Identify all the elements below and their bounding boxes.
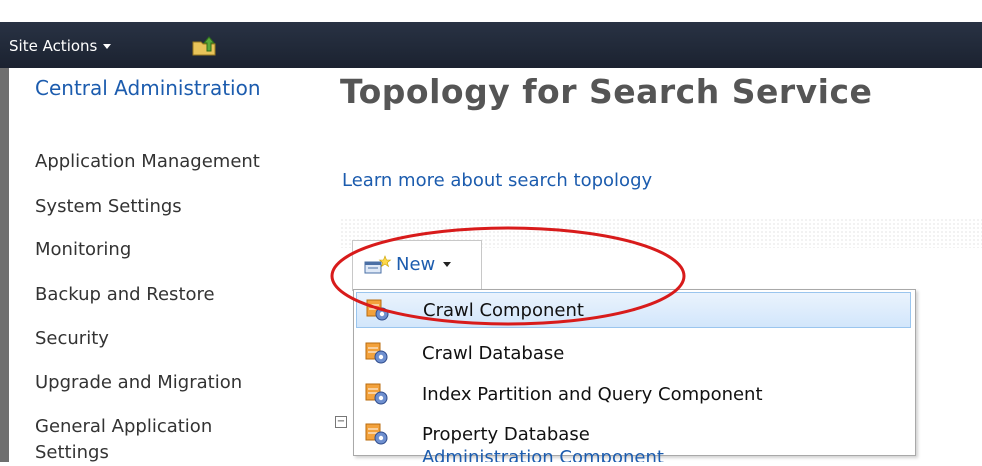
menu-item-label: Index Partition and Query Component bbox=[422, 383, 763, 405]
nav-item-system-settings[interactable]: System Settings bbox=[35, 194, 315, 220]
nav-item-security[interactable]: Security bbox=[35, 326, 315, 352]
new-dropdown-menu: Crawl Component Crawl Database Index Par… bbox=[353, 289, 916, 456]
menu-item-crawl-database[interactable]: Crawl Database bbox=[356, 335, 911, 371]
quick-launch-nav: Central Administration Application Manag… bbox=[0, 68, 318, 463]
new-button-label: New bbox=[396, 254, 436, 275]
top-bar: Site Actions bbox=[0, 0, 982, 68]
menu-item-index-partition-and-query-component[interactable]: Index Partition and Query Component bbox=[356, 376, 911, 412]
site-actions-label: Site Actions bbox=[9, 37, 98, 55]
new-item-icon bbox=[364, 254, 392, 273]
crawl-database-icon bbox=[365, 342, 388, 364]
nav-item-general-application-settings[interactable]: General Application Settings bbox=[35, 414, 265, 466]
nav-item-monitoring[interactable]: Monitoring bbox=[35, 237, 315, 263]
index-partition-icon bbox=[365, 383, 388, 405]
administration-component-link[interactable]: Administration Component bbox=[422, 449, 664, 462]
menu-item-property-database[interactable]: Property Database bbox=[356, 416, 911, 452]
crawl-component-icon bbox=[366, 299, 389, 321]
top-strip bbox=[0, 0, 982, 22]
new-button[interactable]: New bbox=[363, 254, 452, 275]
nav-item-application-management[interactable]: Application Management bbox=[35, 149, 315, 175]
property-database-icon bbox=[365, 423, 388, 445]
chevron-down-icon bbox=[443, 262, 452, 267]
page-title: Topology for Search Service bbox=[340, 72, 873, 111]
nav-item-backup-and-restore[interactable]: Backup and Restore bbox=[35, 282, 315, 308]
menu-item-label: Property Database bbox=[422, 423, 590, 445]
nav-heading-central-administration[interactable]: Central Administration bbox=[35, 75, 295, 102]
menu-item-label: Crawl Component bbox=[423, 299, 584, 321]
nav-item-upgrade-and-migration[interactable]: Upgrade and Migration bbox=[35, 370, 315, 396]
nav-edge bbox=[0, 68, 9, 462]
menu-item-label: Crawl Database bbox=[422, 342, 565, 364]
learn-more-link[interactable]: Learn more about search topology bbox=[342, 170, 652, 191]
site-actions-menu[interactable]: Site Actions bbox=[9, 37, 112, 55]
expand-collapse-icon[interactable]: − bbox=[335, 416, 347, 428]
navigate-up-icon[interactable] bbox=[192, 34, 216, 56]
menu-item-crawl-component[interactable]: Crawl Component bbox=[356, 292, 911, 328]
chevron-down-icon bbox=[103, 43, 112, 49]
